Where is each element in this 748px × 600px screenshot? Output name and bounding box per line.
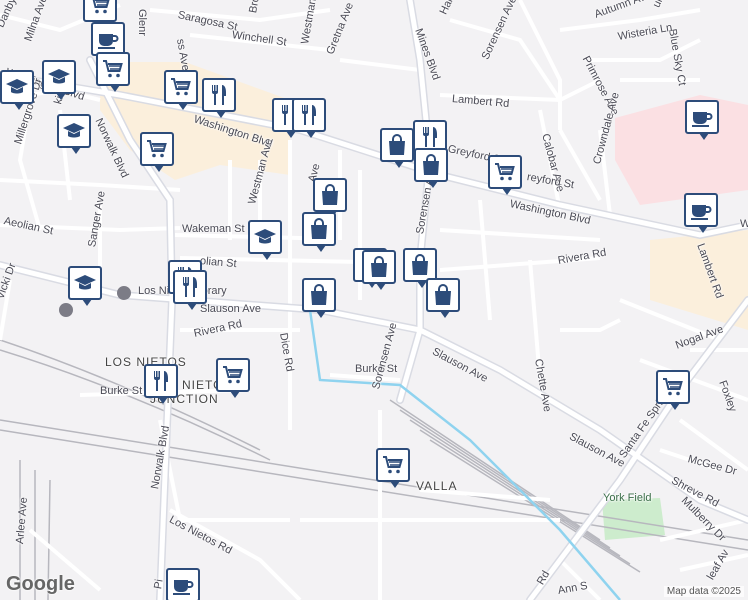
poi-pin-shopping-bag[interactable]: [302, 212, 336, 252]
shopping-cart-icon: [88, 0, 112, 17]
poi-pin-graduation-cap[interactable]: [0, 70, 34, 110]
shopping-cart-icon: [661, 375, 685, 399]
shopping-cart-icon: [493, 160, 517, 184]
street-label-wakeman: Wakeman St: [182, 223, 245, 235]
graduation-cap-icon: [73, 271, 97, 295]
street-label-slauson-w: Slauson Ave: [200, 303, 261, 315]
map-attribution: Map data ©2025: [663, 586, 744, 597]
library-icon[interactable]: [117, 286, 131, 300]
shopping-bag-icon: [385, 133, 409, 157]
poi-pin-graduation-cap[interactable]: [42, 60, 76, 100]
poi-pin-shopping-cart[interactable]: [164, 70, 198, 110]
poi-pin-shopping-cart[interactable]: [83, 0, 117, 28]
graduation-cap-icon: [47, 65, 71, 89]
poi-pin-shopping-cart[interactable]: [376, 448, 410, 488]
restaurant-icon: [207, 83, 231, 107]
poi-pin-restaurant[interactable]: [173, 270, 207, 310]
street-label-glenr: Glenr: [136, 9, 148, 36]
restaurant-icon: [149, 369, 173, 393]
poi-pin-shopping-cart[interactable]: [140, 132, 174, 172]
area-label-valla: VALLA: [416, 479, 458, 493]
coffee-icon: [171, 573, 195, 597]
map-canvas[interactable]: Glenr Saragosa St Broo Winchell St Gretna Av…: [0, 0, 748, 600]
park-area: [602, 498, 665, 540]
school-marker-icon[interactable]: [59, 303, 73, 317]
shopping-bag-icon: [431, 283, 455, 307]
shopping-bag-icon: [307, 283, 331, 307]
poi-pin-shopping-cart[interactable]: [96, 52, 130, 92]
poi-pin-shopping-cart[interactable]: [488, 155, 522, 195]
poi-pin-shopping-bag[interactable]: [403, 248, 437, 288]
poi-pin-shopping-cart[interactable]: [656, 370, 690, 410]
restaurant-icon: [418, 125, 442, 149]
graduation-cap-icon: [253, 225, 277, 249]
shopping-cart-icon: [145, 137, 169, 161]
poi-pin-coffee[interactable]: [91, 22, 125, 62]
restaurant-icon: [297, 103, 321, 127]
poi-pin-graduation-cap[interactable]: [68, 266, 102, 306]
poi-pin-shopping-bag[interactable]: [302, 278, 336, 318]
poi-pin-restaurant[interactable]: [292, 98, 326, 138]
poi-pin-graduation-cap[interactable]: [248, 220, 282, 260]
poi-pin-coffee[interactable]: [684, 193, 718, 233]
graduation-cap-icon: [5, 75, 29, 99]
hospital-area: [615, 95, 748, 205]
poi-pin-restaurant[interactable]: [202, 78, 236, 118]
street-label-washington-far: W: [740, 218, 748, 230]
shopping-bag-icon: [419, 153, 443, 177]
google-logo: Google: [6, 573, 75, 595]
restaurant-icon: [178, 275, 202, 299]
coffee-icon: [690, 105, 714, 129]
poi-pin-shopping-cart[interactable]: [216, 358, 250, 398]
poi-pin-shopping-bag[interactable]: [426, 278, 460, 318]
poi-pin-restaurant[interactable]: [144, 364, 178, 404]
poi-pin-shopping-bag[interactable]: [313, 178, 347, 218]
graduation-cap-icon: [62, 119, 86, 143]
shopping-cart-icon: [101, 57, 125, 81]
shopping-bag-icon: [408, 253, 432, 277]
shopping-bag-icon: [307, 217, 331, 241]
shopping-cart-icon: [381, 453, 405, 477]
poi-pin-graduation-cap[interactable]: [57, 114, 91, 154]
poi-pin-shopping-bag[interactable]: [380, 128, 414, 168]
shopping-bag-icon: [367, 255, 391, 279]
area-label-york-field: York Field: [603, 492, 652, 504]
street-label-burke-w: Burke St: [100, 385, 143, 397]
poi-pin-shopping-bag[interactable]: [414, 148, 448, 188]
poi-pin-coffee[interactable]: [685, 100, 719, 140]
street-label-pi: Pi: [152, 578, 166, 591]
shopping-cart-icon: [169, 75, 193, 99]
coffee-icon: [689, 198, 713, 222]
coffee-icon: [96, 27, 120, 51]
shopping-cart-icon: [221, 363, 245, 387]
shopping-bag-icon: [318, 183, 342, 207]
poi-pin-coffee[interactable]: [166, 568, 200, 600]
poi-pin-shopping-bag[interactable]: [362, 250, 396, 290]
